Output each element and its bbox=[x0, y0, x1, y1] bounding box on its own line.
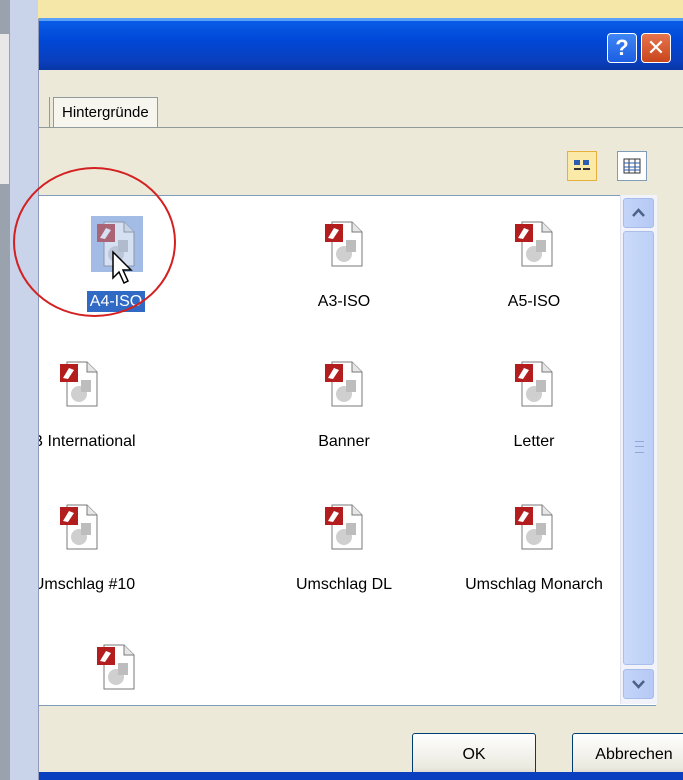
background-top-strip bbox=[38, 0, 683, 19]
background-window-strip bbox=[0, 0, 39, 780]
list-item-label: Umschlag #10 bbox=[39, 576, 136, 593]
close-button[interactable]: ✕ bbox=[641, 33, 671, 63]
ok-button[interactable]: OK bbox=[412, 733, 536, 777]
list-item-label: B International bbox=[39, 433, 136, 450]
document-template-icon bbox=[515, 361, 553, 407]
background-window-panel bbox=[0, 34, 9, 184]
chevron-up-icon bbox=[632, 208, 645, 217]
scrollbar-grip-icon bbox=[635, 441, 644, 453]
dialog-titlebar[interactable]: ? ✕ bbox=[39, 18, 683, 70]
background-bottom-strip bbox=[39, 772, 683, 780]
list-item-label: Banner bbox=[318, 433, 370, 450]
cancel-button[interactable]: Abbrechen bbox=[572, 733, 683, 777]
tab-panel-border bbox=[39, 127, 683, 128]
list-item-label: A3-ISO bbox=[317, 293, 371, 310]
list-item-a5-iso[interactable]: A5-ISO bbox=[439, 208, 629, 328]
details-view-button[interactable] bbox=[617, 151, 647, 181]
list-item-umschlag-10[interactable]: Umschlag #10 bbox=[39, 491, 194, 611]
list-item-b-international[interactable]: B International bbox=[39, 348, 214, 468]
highlight-annotation-circle bbox=[13, 167, 176, 317]
large-icons-view-icon bbox=[574, 160, 590, 170]
large-icons-view-button[interactable] bbox=[567, 151, 597, 181]
scroll-up-button[interactable] bbox=[623, 198, 654, 228]
list-item-label: Umschlag DL bbox=[295, 576, 393, 593]
document-template-icon bbox=[60, 504, 98, 550]
tab-hintergruende[interactable]: Hintergründe bbox=[53, 97, 158, 128]
list-item-a3-iso[interactable]: A3-ISO bbox=[249, 208, 439, 328]
document-template-icon bbox=[515, 504, 553, 550]
list-item-label: Letter bbox=[513, 433, 555, 450]
scrollbar-thumb[interactable] bbox=[623, 231, 654, 665]
list-item-label: A5-ISO bbox=[507, 293, 561, 310]
document-template-icon bbox=[97, 644, 135, 690]
document-template-icon bbox=[515, 221, 553, 267]
chevron-down-icon bbox=[632, 680, 645, 689]
document-template-icon bbox=[60, 361, 98, 407]
template-dialog: ? ✕ Hintergründe A4-ISO A3-ISO A5-ISO B … bbox=[39, 18, 683, 780]
tab-previous-edge[interactable] bbox=[39, 97, 50, 127]
details-view-icon bbox=[623, 158, 641, 174]
vertical-scrollbar[interactable] bbox=[620, 195, 657, 704]
mouse-pointer-icon bbox=[112, 250, 133, 285]
list-item-letter[interactable]: Letter bbox=[439, 348, 629, 468]
help-button[interactable]: ? bbox=[607, 33, 637, 63]
list-item-banner[interactable]: Banner bbox=[249, 348, 439, 468]
document-template-icon bbox=[325, 361, 363, 407]
list-item-umschlag-monarch[interactable]: Umschlag Monarch bbox=[439, 491, 629, 611]
list-item-partial[interactable] bbox=[39, 631, 211, 705]
document-template-icon bbox=[325, 221, 363, 267]
list-item-label: Umschlag Monarch bbox=[465, 576, 603, 593]
scroll-down-button[interactable] bbox=[623, 669, 654, 699]
document-template-icon bbox=[325, 504, 363, 550]
list-item-umschlag-dl[interactable]: Umschlag DL bbox=[249, 491, 439, 611]
